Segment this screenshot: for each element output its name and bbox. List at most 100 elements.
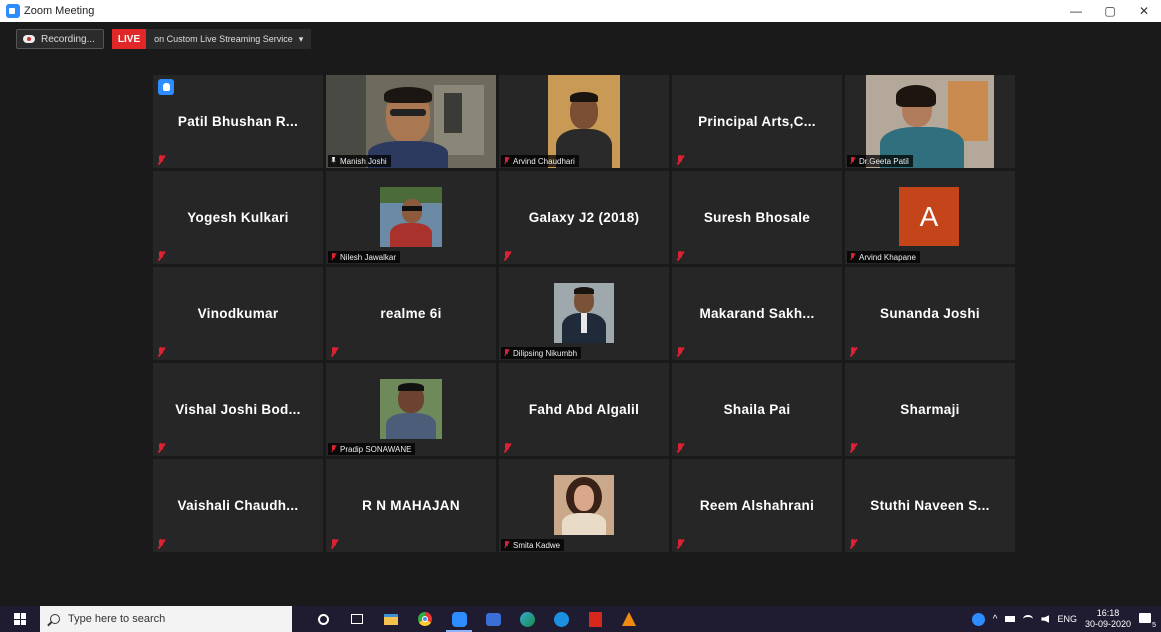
participant-tile[interactable]: Dr.Geeta Patil: [845, 75, 1015, 168]
muted-mic-icon: [330, 539, 338, 549]
muted-mic-icon: [157, 155, 165, 165]
live-stream-service: on Custom Live Streaming Service: [154, 34, 293, 44]
help-icon[interactable]: [971, 612, 985, 626]
volume-icon[interactable]: [1041, 615, 1050, 623]
muted-mic-icon: [157, 539, 165, 549]
vlc-icon[interactable]: [612, 606, 646, 632]
participant-tile[interactable]: Reem Alshahrani: [672, 459, 842, 552]
participant-name-label: Dr.Geeta Patil: [847, 155, 913, 167]
windows-taskbar: Type here to search ^ ENG 16:18 30-09-20…: [0, 606, 1161, 632]
window-controls: — ▢ ✕: [1059, 0, 1161, 22]
maximize-button[interactable]: ▢: [1093, 0, 1127, 22]
recording-label: Recording...: [41, 33, 95, 45]
participant-name-label: Smita Kadwe: [501, 539, 565, 551]
language-indicator[interactable]: ENG: [1057, 614, 1077, 624]
muted-mic-icon: [676, 155, 684, 165]
participant-tile[interactable]: Vinodkumar: [153, 267, 323, 360]
muted-mic-icon: [676, 347, 684, 357]
clock[interactable]: 16:18 30-09-2020: [1085, 608, 1131, 630]
participant-tile[interactable]: Makarand Sakh...: [672, 267, 842, 360]
participant-name: Vaishali Chaudh...: [177, 498, 299, 513]
participant-name: Suresh Bhosale: [703, 210, 811, 225]
taskbar-apps: [306, 606, 646, 632]
title-bar: Zoom Meeting — ▢ ✕: [0, 0, 1161, 22]
participant-tile[interactable]: Vaishali Chaudh...: [153, 459, 323, 552]
avatar: A: [899, 187, 959, 246]
participant-photo: [380, 187, 442, 247]
search-icon: [50, 614, 60, 624]
muted-mic-icon: [331, 445, 336, 452]
participant-name: realme 6i: [380, 306, 442, 321]
participant-tile[interactable]: Sharmaji: [845, 363, 1015, 456]
muted-mic-icon: [849, 347, 857, 357]
participant-tile[interactable]: Dilipsing Nikumbh: [499, 267, 669, 360]
participant-name: Principal Arts,C...: [698, 114, 816, 129]
participant-tile[interactable]: Vishal Joshi Bod...: [153, 363, 323, 456]
live-stream-text: on Custom Live Streaming Service ▾: [146, 34, 311, 45]
recording-indicator[interactable]: Recording...: [16, 29, 104, 49]
zoom-logo-icon: [6, 4, 20, 18]
participant-tile[interactable]: Pradip SONAWANE: [326, 363, 496, 456]
participant-tile[interactable]: Suresh Bhosale: [672, 171, 842, 264]
start-button[interactable]: [0, 606, 40, 632]
chrome-icon[interactable]: [408, 606, 442, 632]
meeting-status-bar: Recording... LIVE on Custom Live Streami…: [16, 29, 312, 49]
participant-tile[interactable]: Patil Bhushan R...: [153, 75, 323, 168]
participant-tile[interactable]: Stuthi Naveen S...: [845, 459, 1015, 552]
participant-tile-active-speaker[interactable]: Manish Joshi: [326, 75, 496, 168]
taskbar-search-input[interactable]: Type here to search: [40, 606, 292, 632]
video-app-icon[interactable]: [476, 606, 510, 632]
participant-tile[interactable]: Yogesh Kulkari: [153, 171, 323, 264]
notification-center-icon[interactable]: 5: [1139, 612, 1156, 629]
participant-name: R N MAHAJAN: [362, 498, 460, 513]
task-view-icon[interactable]: [340, 606, 374, 632]
participant-tile[interactable]: Principal Arts,C...: [672, 75, 842, 168]
cortana-icon[interactable]: [306, 606, 340, 632]
participant-name: Arvind Khapane: [859, 252, 916, 262]
participant-name-label: Dilipsing Nikumbh: [501, 347, 582, 359]
close-button[interactable]: ✕: [1127, 0, 1161, 22]
participant-name-label: Arvind Chaudhari: [501, 155, 579, 167]
participant-name: Shaila Pai: [723, 402, 791, 417]
participant-tile[interactable]: Arvind Chaudhari: [499, 75, 669, 168]
file-explorer-icon[interactable]: [374, 606, 408, 632]
battery-icon[interactable]: [1005, 616, 1016, 622]
participant-tile[interactable]: Fahd Abd Algalil: [499, 363, 669, 456]
muted-mic-icon: [503, 443, 511, 453]
participant-name-label: Pradip SONAWANE: [328, 443, 416, 455]
wifi-icon[interactable]: [1023, 615, 1034, 623]
participant-name-label: Nilesh Jawalkar: [328, 251, 401, 263]
participant-tile[interactable]: Shaila Pai: [672, 363, 842, 456]
search-placeholder: Type here to search: [68, 613, 166, 625]
participant-tile[interactable]: Galaxy J2 (2018): [499, 171, 669, 264]
participant-name: Sharmaji: [900, 402, 960, 417]
muted-mic-icon: [676, 443, 684, 453]
muted-mic-icon: [504, 349, 509, 356]
participant-name: Smita Kadwe: [513, 540, 561, 550]
chevron-up-icon[interactable]: ^: [993, 614, 998, 625]
live-stream-indicator[interactable]: LIVE on Custom Live Streaming Service ▾: [111, 29, 312, 49]
edge-icon[interactable]: [510, 606, 544, 632]
zoom-icon[interactable]: [442, 606, 476, 632]
skype-icon[interactable]: [544, 606, 578, 632]
windows-logo-icon: [14, 613, 26, 625]
muted-mic-icon: [676, 539, 684, 549]
participant-tile[interactable]: A Arvind Khapane: [845, 171, 1015, 264]
meeting-stage: Recording... LIVE on Custom Live Streami…: [6, 22, 1155, 605]
muted-mic-icon: [850, 253, 855, 260]
participant-name-label: Arvind Khapane: [847, 251, 920, 263]
minimize-button[interactable]: —: [1059, 0, 1093, 22]
pdf-reader-icon[interactable]: [578, 606, 612, 632]
participant-tile[interactable]: Smita Kadwe: [499, 459, 669, 552]
muted-mic-icon: [850, 157, 855, 164]
participant-tile[interactable]: Nilesh Jawalkar: [326, 171, 496, 264]
muted-mic-icon: [157, 443, 165, 453]
participant-tile[interactable]: Sunanda Joshi: [845, 267, 1015, 360]
participant-tile[interactable]: realme 6i: [326, 267, 496, 360]
gallery-grid: Patil Bhushan R... Manish Joshi Arvind C…: [153, 75, 1015, 552]
participant-name-label: Manish Joshi: [328, 155, 391, 167]
muted-mic-icon: [503, 251, 511, 261]
live-badge: LIVE: [111, 29, 147, 49]
participant-tile[interactable]: R N MAHAJAN: [326, 459, 496, 552]
participant-name: Vinodkumar: [197, 306, 279, 321]
